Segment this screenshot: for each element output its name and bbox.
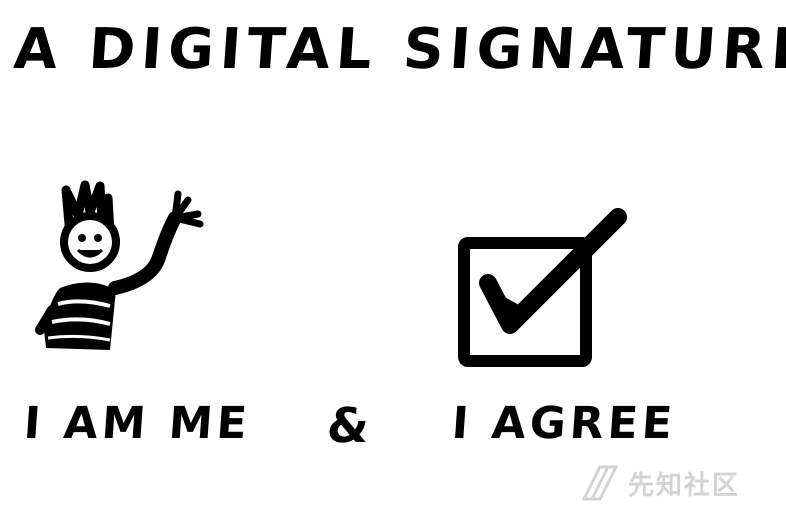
watermark: 先知社区 [580,462,780,504]
checked-box-icon [458,208,627,367]
stripe-logo-icon [581,465,619,501]
label-i-agree: I AGREE [450,398,678,449]
ampersand-connector: & [325,398,375,454]
label-i-am-me: I AM ME [22,398,253,449]
watermark-text: 先知社区 [628,470,741,501]
waving-person-icon [35,180,204,350]
page-title: A DIGITAL SIGNATURE IS... [11,17,786,82]
